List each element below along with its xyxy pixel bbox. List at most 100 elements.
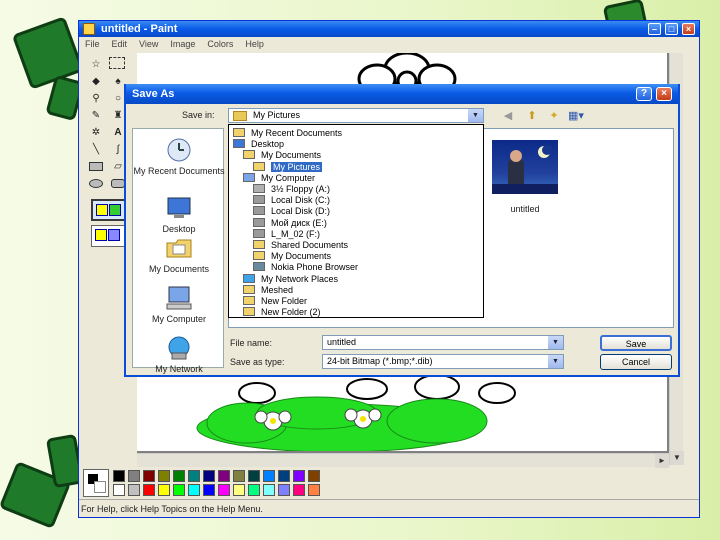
color-swatch[interactable] xyxy=(278,484,290,496)
place-my-network[interactable]: My Network xyxy=(133,335,225,374)
color-swatch[interactable] xyxy=(158,470,170,482)
color-swatch[interactable] xyxy=(263,470,275,482)
views-menu-icon[interactable]: ▦▾ xyxy=(568,109,584,123)
dialog-close-button[interactable]: × xyxy=(656,87,672,101)
color-swatch[interactable] xyxy=(158,484,170,496)
color-swatch[interactable] xyxy=(143,470,155,482)
current-colors[interactable] xyxy=(83,469,109,497)
close-button[interactable]: × xyxy=(682,23,695,35)
place-desktop[interactable]: Desktop xyxy=(133,195,225,234)
color-swatch[interactable] xyxy=(173,470,185,482)
color-swatch[interactable] xyxy=(203,470,215,482)
airbrush-icon[interactable]: ✲ xyxy=(87,125,105,140)
color-swatch[interactable] xyxy=(233,484,245,496)
color-swatch[interactable] xyxy=(308,470,320,482)
dropdown-item[interactable]: My Pictures xyxy=(253,161,323,173)
place-my-documents[interactable]: My Documents xyxy=(133,235,225,274)
ellipse-icon[interactable] xyxy=(87,176,105,191)
color-swatch[interactable] xyxy=(128,470,140,482)
save-as-dialog: Save As ? × Save in: My Pictures ▼ ◀ ⬆ ✦… xyxy=(124,84,680,377)
color-swatch[interactable] xyxy=(308,484,320,496)
chevron-down-icon[interactable]: ▼ xyxy=(548,336,563,349)
dropdown-item[interactable]: Local Disk (D:) xyxy=(253,206,330,217)
color-swatch[interactable] xyxy=(248,484,260,496)
color-swatch[interactable] xyxy=(113,470,125,482)
new-folder-icon[interactable]: ✦ xyxy=(546,109,562,123)
color-swatch[interactable] xyxy=(248,470,260,482)
file-thumbnail-label: untitled xyxy=(510,204,540,214)
color-swatch[interactable] xyxy=(173,484,185,496)
color-picker-icon[interactable]: ⚲ xyxy=(87,91,105,106)
menu-help[interactable]: Help xyxy=(245,37,264,51)
dropdown-item[interactable]: My Documents xyxy=(243,150,321,161)
floppy-icon xyxy=(253,184,265,193)
save-as-type-select[interactable]: 24-bit Bitmap (*.bmp;*.dib) ▼ xyxy=(322,354,564,369)
free-select-icon[interactable]: ☆ xyxy=(87,57,105,72)
rect-select-icon[interactable] xyxy=(109,57,125,69)
dialog-title-bar[interactable]: Save As ? × xyxy=(126,84,678,104)
color-swatch[interactable] xyxy=(278,470,290,482)
dropdown-item[interactable]: Meshed xyxy=(243,284,293,296)
menu-image[interactable]: Image xyxy=(170,37,195,51)
dropdown-item[interactable]: Shared Documents xyxy=(253,240,348,251)
dropdown-item[interactable]: 3½ Floppy (A:) xyxy=(253,184,330,195)
folder-icon xyxy=(253,161,265,171)
color-swatch[interactable] xyxy=(128,484,140,496)
color-swatch[interactable] xyxy=(218,484,230,496)
cancel-button[interactable]: Cancel xyxy=(600,354,672,370)
color-swatch[interactable] xyxy=(293,484,305,496)
paint-app-icon xyxy=(83,23,95,35)
dropdown-item[interactable]: My Network Places xyxy=(243,273,338,285)
phone-icon xyxy=(253,262,265,272)
flower-outlines-bottom xyxy=(238,374,516,404)
chevron-down-icon[interactable]: ▼ xyxy=(548,355,563,368)
help-button[interactable]: ? xyxy=(636,87,652,101)
dropdown-item[interactable]: Мой диск (E:) xyxy=(253,217,327,229)
back-icon[interactable]: ◀ xyxy=(500,109,516,123)
color-swatch[interactable] xyxy=(263,484,275,496)
color-swatch[interactable] xyxy=(113,484,125,496)
folder-icon xyxy=(253,240,265,249)
file-thumbnail[interactable] xyxy=(492,140,558,194)
scroll-right-icon[interactable]: ► xyxy=(655,454,669,468)
pencil-icon[interactable]: ✎ xyxy=(87,108,105,123)
place-recent-documents[interactable]: My Recent Documents xyxy=(133,137,225,176)
save-button[interactable]: Save xyxy=(600,335,672,351)
dropdown-item[interactable]: My Documents xyxy=(253,251,331,262)
menu-view[interactable]: View xyxy=(139,37,158,51)
dropdown-item[interactable]: Desktop xyxy=(233,139,284,150)
my-documents-icon xyxy=(164,235,194,261)
paint-title-bar[interactable]: untitled - Paint – □ × xyxy=(79,21,699,37)
eraser-icon[interactable]: ◆ xyxy=(87,74,105,89)
save-in-select[interactable]: My Pictures ▼ xyxy=(228,108,484,123)
maximize-button[interactable]: □ xyxy=(665,23,678,35)
up-folder-icon[interactable]: ⬆ xyxy=(524,109,540,123)
color-swatch[interactable] xyxy=(218,470,230,482)
place-my-computer[interactable]: My Computer xyxy=(133,285,225,324)
color-swatch[interactable] xyxy=(188,484,200,496)
dropdown-item[interactable]: My Recent Documents xyxy=(233,128,342,139)
dropdown-item[interactable]: L_M_02 (F:) xyxy=(253,228,320,240)
disk-icon xyxy=(253,228,265,238)
dropdown-item[interactable]: New Folder xyxy=(243,296,307,307)
dropdown-item[interactable]: New Folder (2) xyxy=(243,307,321,318)
desktop-icon xyxy=(233,139,245,149)
menu-colors[interactable]: Colors xyxy=(207,37,233,51)
dropdown-item[interactable]: My Computer xyxy=(243,172,315,184)
rectangle-icon[interactable] xyxy=(87,159,105,174)
line-icon[interactable]: ╲ xyxy=(87,142,105,157)
minimize-button[interactable]: – xyxy=(648,23,661,35)
color-swatch[interactable] xyxy=(143,484,155,496)
dropdown-item[interactable]: Local Disk (C:) xyxy=(253,195,330,206)
horizontal-scrollbar[interactable]: ► xyxy=(137,453,669,468)
dropdown-item[interactable]: Nokia Phone Browser xyxy=(253,262,358,273)
chevron-down-icon[interactable]: ▼ xyxy=(468,109,483,122)
color-swatch[interactable] xyxy=(188,470,200,482)
menu-file[interactable]: File xyxy=(85,37,100,51)
color-swatch[interactable] xyxy=(203,484,215,496)
file-name-input[interactable]: untitled ▼ xyxy=(322,335,564,350)
color-swatch[interactable] xyxy=(233,470,245,482)
color-swatch[interactable] xyxy=(293,470,305,482)
scroll-down-icon[interactable]: ▼ xyxy=(670,451,684,465)
menu-edit[interactable]: Edit xyxy=(112,37,128,51)
